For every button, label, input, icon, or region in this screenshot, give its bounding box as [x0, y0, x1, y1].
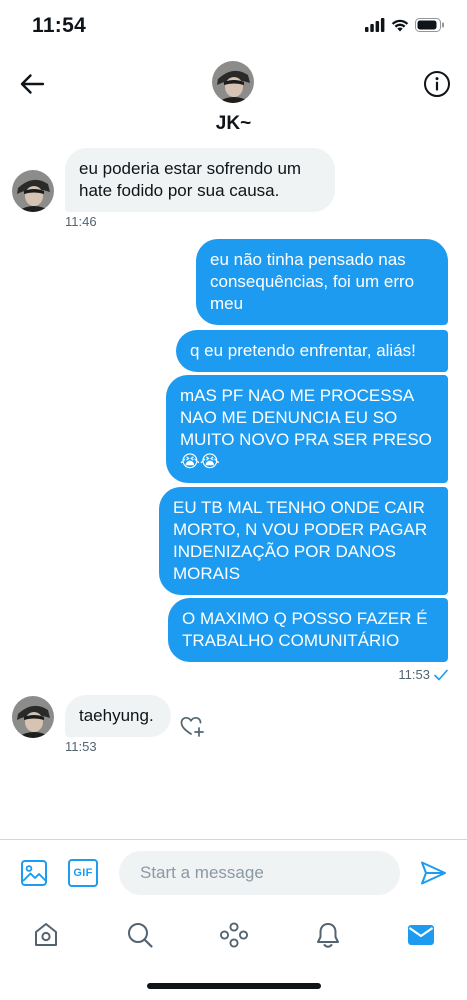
tab-home[interactable]	[26, 915, 66, 955]
conversation-avatar[interactable]	[212, 61, 254, 103]
tab-spaces[interactable]	[214, 915, 254, 955]
conversation-info-button[interactable]	[421, 68, 453, 100]
tab-messages[interactable]	[401, 915, 441, 955]
heart-plus-icon	[180, 716, 204, 737]
send-button[interactable]	[418, 859, 448, 887]
avatar-image	[12, 696, 54, 738]
send-icon	[421, 861, 446, 885]
sender-avatar[interactable]	[12, 696, 54, 738]
notifications-icon	[317, 923, 339, 948]
message-timestamp: 11:53	[398, 667, 430, 682]
checkmark-icon	[434, 669, 448, 681]
search-icon	[128, 923, 153, 948]
home-indicator[interactable]	[147, 983, 321, 989]
status-bar: 11:54	[0, 0, 467, 54]
message-input[interactable]: Start a message	[119, 851, 400, 895]
react-button[interactable]	[180, 715, 206, 739]
tab-search[interactable]	[120, 915, 160, 955]
message-bubble-incoming[interactable]: eu poderia estar sofrendo um hate fodido…	[65, 148, 335, 212]
tab-notifications[interactable]	[308, 915, 348, 955]
info-icon	[424, 71, 450, 97]
message-composer: GIF Start a message	[0, 839, 467, 905]
message-bubble-outgoing[interactable]: q eu pretendo enfrentar, aliás!	[176, 330, 448, 372]
status-time: 11:54	[32, 14, 87, 37]
signal-icon	[365, 18, 385, 32]
add-image-button[interactable]	[19, 859, 49, 887]
back-button[interactable]	[16, 68, 48, 100]
gif-icon: GIF	[73, 867, 93, 879]
add-gif-button[interactable]: GIF	[68, 859, 98, 887]
avatar-image	[12, 170, 54, 212]
messages-icon	[408, 925, 434, 945]
message-bubble-outgoing[interactable]: eu não tinha pensado nas consequências, …	[196, 239, 448, 325]
avatar-image	[212, 61, 254, 103]
image-icon	[21, 860, 47, 886]
sender-avatar[interactable]	[12, 170, 54, 212]
wifi-icon	[391, 19, 409, 32]
message-timestamp: 11:53	[65, 739, 97, 754]
message-timestamp: 11:46	[65, 214, 97, 229]
message-bubble-incoming[interactable]: taehyung.	[65, 695, 171, 737]
message-bubble-outgoing[interactable]: EU TB MAL TENHO ONDE CAIR MORTO, N VOU P…	[159, 487, 448, 595]
message-bubble-outgoing[interactable]: O MAXIMO Q POSSO FAZER É TRABALHO COMUNI…	[168, 598, 448, 662]
battery-icon	[415, 18, 444, 32]
back-arrow-icon	[20, 74, 45, 94]
conversation-name[interactable]: JK~	[0, 113, 467, 135]
spaces-icon	[219, 922, 249, 948]
home-icon	[35, 923, 57, 946]
message-bubble-outgoing[interactable]: mAS PF NAO ME PROCESSA NAO ME DENUNCIA E…	[166, 375, 448, 483]
status-icons	[365, 18, 445, 32]
tab-bar-overflow-edge	[0, 993, 467, 1000]
